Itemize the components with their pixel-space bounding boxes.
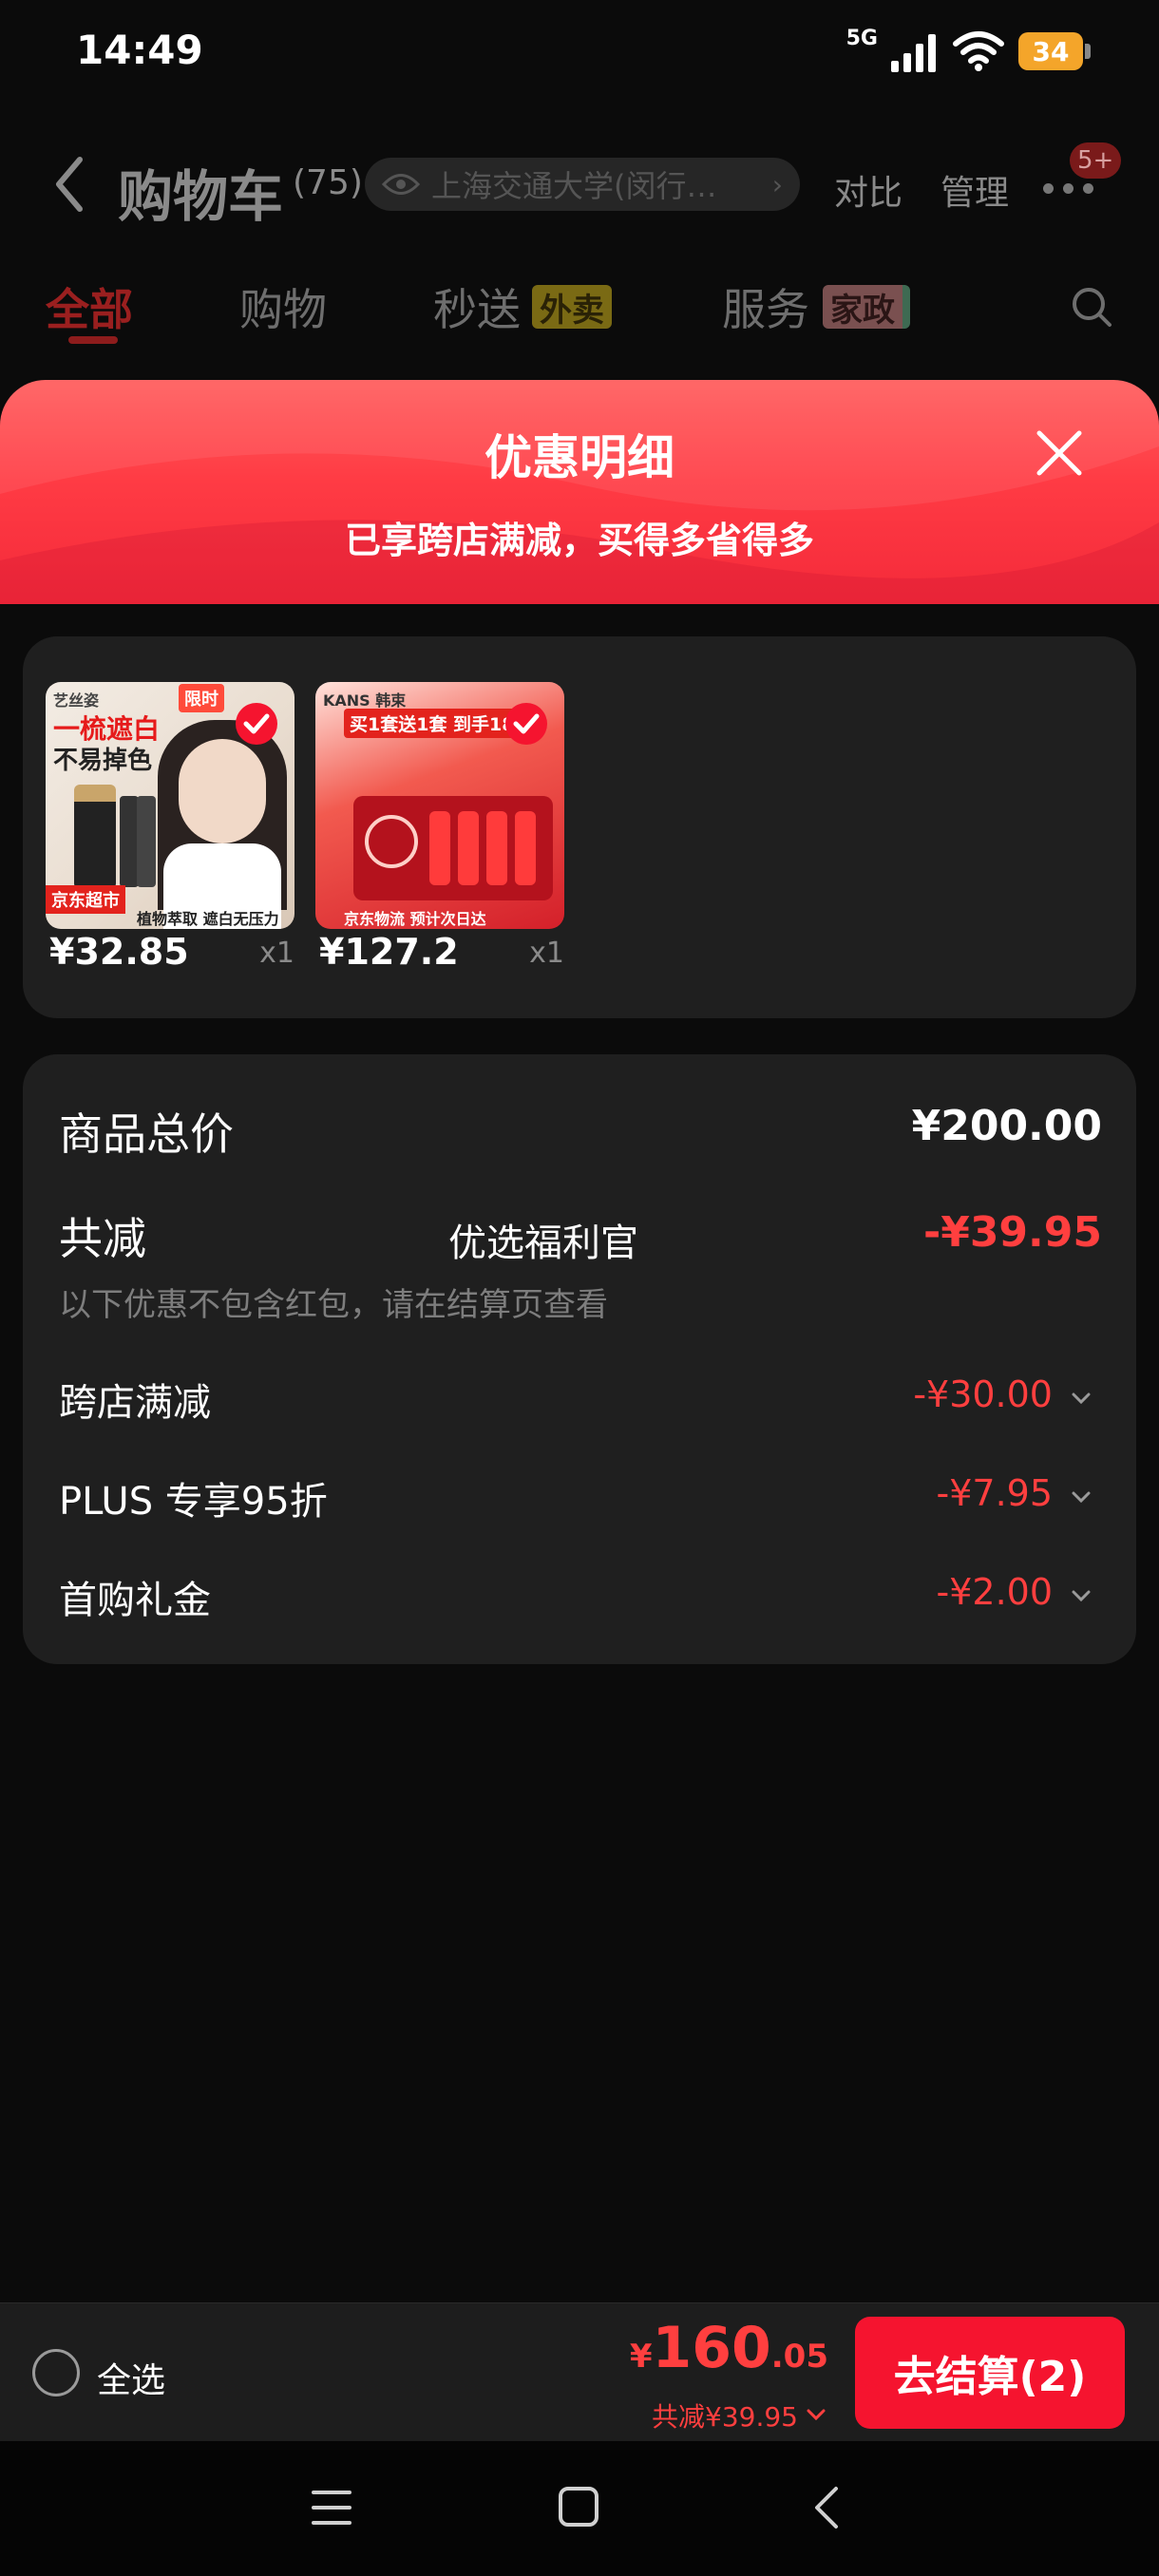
tag-takeout: 外卖 — [532, 285, 612, 330]
product-thumbnail: 艺丝姿 限时 一梳遮白 不易掉色 京东超市 植物萃取 遮白无压力 — [46, 682, 294, 929]
notification-badge: 5+ — [1070, 142, 1122, 179]
product-price: ¥127.2 — [319, 931, 459, 973]
battery-indicator: 34 — [1018, 32, 1091, 70]
tab-express[interactable]: 秒送 — [433, 275, 521, 338]
nav-back-icon[interactable] — [809, 2483, 844, 2532]
header-decoration — [0, 380, 1159, 604]
thumb-brand: 艺丝姿 — [53, 691, 100, 710]
select-all-label[interactable]: 全选 — [97, 2353, 165, 2402]
discount-row[interactable]: PLUS 专享95折 -¥7.95 — [59, 1470, 1100, 1527]
price-decimal: .05 — [770, 2338, 828, 2376]
discount-note: 以下优惠不包含红包，请在结算页查看 — [59, 1286, 608, 1324]
product-item[interactable]: 艺丝姿 限时 一梳遮白 不易掉色 京东超市 植物萃取 遮白无压力 ¥32.85 … — [46, 682, 294, 973]
network-label: 5G — [846, 26, 878, 50]
system-nav-bar — [0, 2441, 1159, 2576]
check-icon — [505, 703, 547, 745]
saving-summary[interactable]: 共减¥39.95 — [652, 2396, 798, 2434]
product-item[interactable]: KANS 韩束 买1套送1套 到手18件 京东物流 预计次日达 ¥127.2 x… — [315, 682, 564, 973]
thumb-brand: KANS 韩束 — [323, 691, 407, 710]
discount-label: PLUS 专享95折 — [59, 1480, 328, 1524]
address-selector[interactable]: 上海交通大学(闵行… › — [365, 158, 800, 211]
discount-label: 首购礼金 — [59, 1579, 211, 1622]
chevron-down-icon — [1072, 1491, 1091, 1504]
product-quantity: x1 — [259, 937, 294, 970]
welfare-label: 优选福利官 — [448, 1222, 638, 1265]
check-icon — [236, 703, 277, 745]
tab-service[interactable]: 服务 — [722, 275, 809, 338]
checkout-button[interactable]: 去结算(2) — [855, 2317, 1125, 2429]
chevron-down-icon — [1072, 1590, 1091, 1602]
compare-button[interactable]: 对比 — [834, 165, 902, 215]
tag-housekeeping: 家政 — [823, 285, 910, 330]
chevron-down-icon — [1072, 1392, 1091, 1405]
sheet-subtitle: 已享跨店满减，买得多省得多 — [344, 520, 814, 561]
search-icon[interactable] — [1068, 283, 1115, 331]
price-currency: ¥ — [629, 2338, 653, 2376]
back-icon[interactable] — [49, 154, 91, 215]
discount-row[interactable]: 首购礼金 -¥2.00 — [59, 1569, 1100, 1626]
address-text: 上海交通大学(闵行… — [431, 168, 717, 204]
eye-icon — [382, 174, 420, 195]
reduce-value: -¥39.95 — [922, 1208, 1102, 1257]
cart-count: (75) — [293, 163, 363, 202]
checkout-bar: 全选 ¥160.05 共减¥39.95 去结算(2) — [0, 2302, 1159, 2441]
status-indicators: 5G 34 — [846, 23, 1091, 80]
total-label: 商品总价 — [59, 1108, 234, 1160]
tab-shopping[interactable]: 购物 — [239, 275, 327, 338]
menu-icon[interactable] — [310, 2487, 353, 2529]
thumb-corner-tag: 限时 — [179, 684, 224, 712]
select-all-checkbox[interactable] — [32, 2349, 80, 2396]
home-icon[interactable] — [557, 2485, 600, 2529]
discount-sheet-header: 优惠明细 已享跨店满减，买得多省得多 — [0, 380, 1159, 604]
selected-products-card: 艺丝姿 限时 一梳遮白 不易掉色 京东超市 植物萃取 遮白无压力 ¥32.85 … — [23, 636, 1136, 1018]
price-summary-card: 商品总价 ¥200.00 共减 优选福利官 -¥39.95 以下优惠不包含红包，… — [23, 1054, 1136, 1664]
status-time: 14:49 — [76, 27, 203, 73]
thumb-store-tag: 京东超市 — [46, 885, 125, 914]
product-thumbnail: KANS 韩束 买1套送1套 到手18件 京东物流 预计次日达 — [315, 682, 564, 929]
thumb-note: 植物萃取 遮白无压力 — [137, 910, 279, 928]
cart-header: 购物车 (75) 上海交通大学(闵行… › 对比 管理 5+ — [0, 133, 1159, 237]
discount-value: -¥2.00 — [936, 1571, 1054, 1613]
thumb-note: 京东物流 预计次日达 — [344, 910, 486, 928]
signal-icon — [891, 30, 939, 72]
more-icon[interactable] — [1043, 179, 1104, 198]
discount-value: -¥30.00 — [913, 1373, 1053, 1415]
category-tabs: 全部 购物 秒送 外卖 服务 家政 — [0, 266, 1159, 351]
chevron-down-icon[interactable] — [806, 2404, 826, 2425]
chevron-right-icon: › — [771, 168, 783, 200]
payable-price: ¥160.05 — [630, 2315, 828, 2381]
product-quantity: x1 — [529, 937, 564, 970]
thumb-headline: 不易掉色 — [53, 747, 153, 775]
active-tab-indicator — [68, 336, 118, 344]
close-icon[interactable] — [1034, 427, 1085, 479]
reduce-label: 共减 — [59, 1213, 146, 1264]
sheet-title: 优惠明细 — [484, 430, 674, 485]
wifi-icon — [953, 31, 1004, 71]
manage-button[interactable]: 管理 — [940, 165, 1009, 215]
product-price: ¥32.85 — [49, 931, 189, 973]
price-integer: 160 — [652, 2315, 771, 2381]
page-title: 购物车 — [118, 164, 284, 229]
status-bar: 14:49 5G 34 — [0, 0, 1159, 104]
tab-all[interactable]: 全部 — [46, 275, 133, 338]
discount-value: -¥7.95 — [936, 1472, 1054, 1514]
discount-row[interactable]: 跨店满减 -¥30.00 — [59, 1372, 1100, 1429]
discount-label: 跨店满减 — [59, 1381, 211, 1425]
total-value: ¥200.00 — [911, 1102, 1102, 1150]
